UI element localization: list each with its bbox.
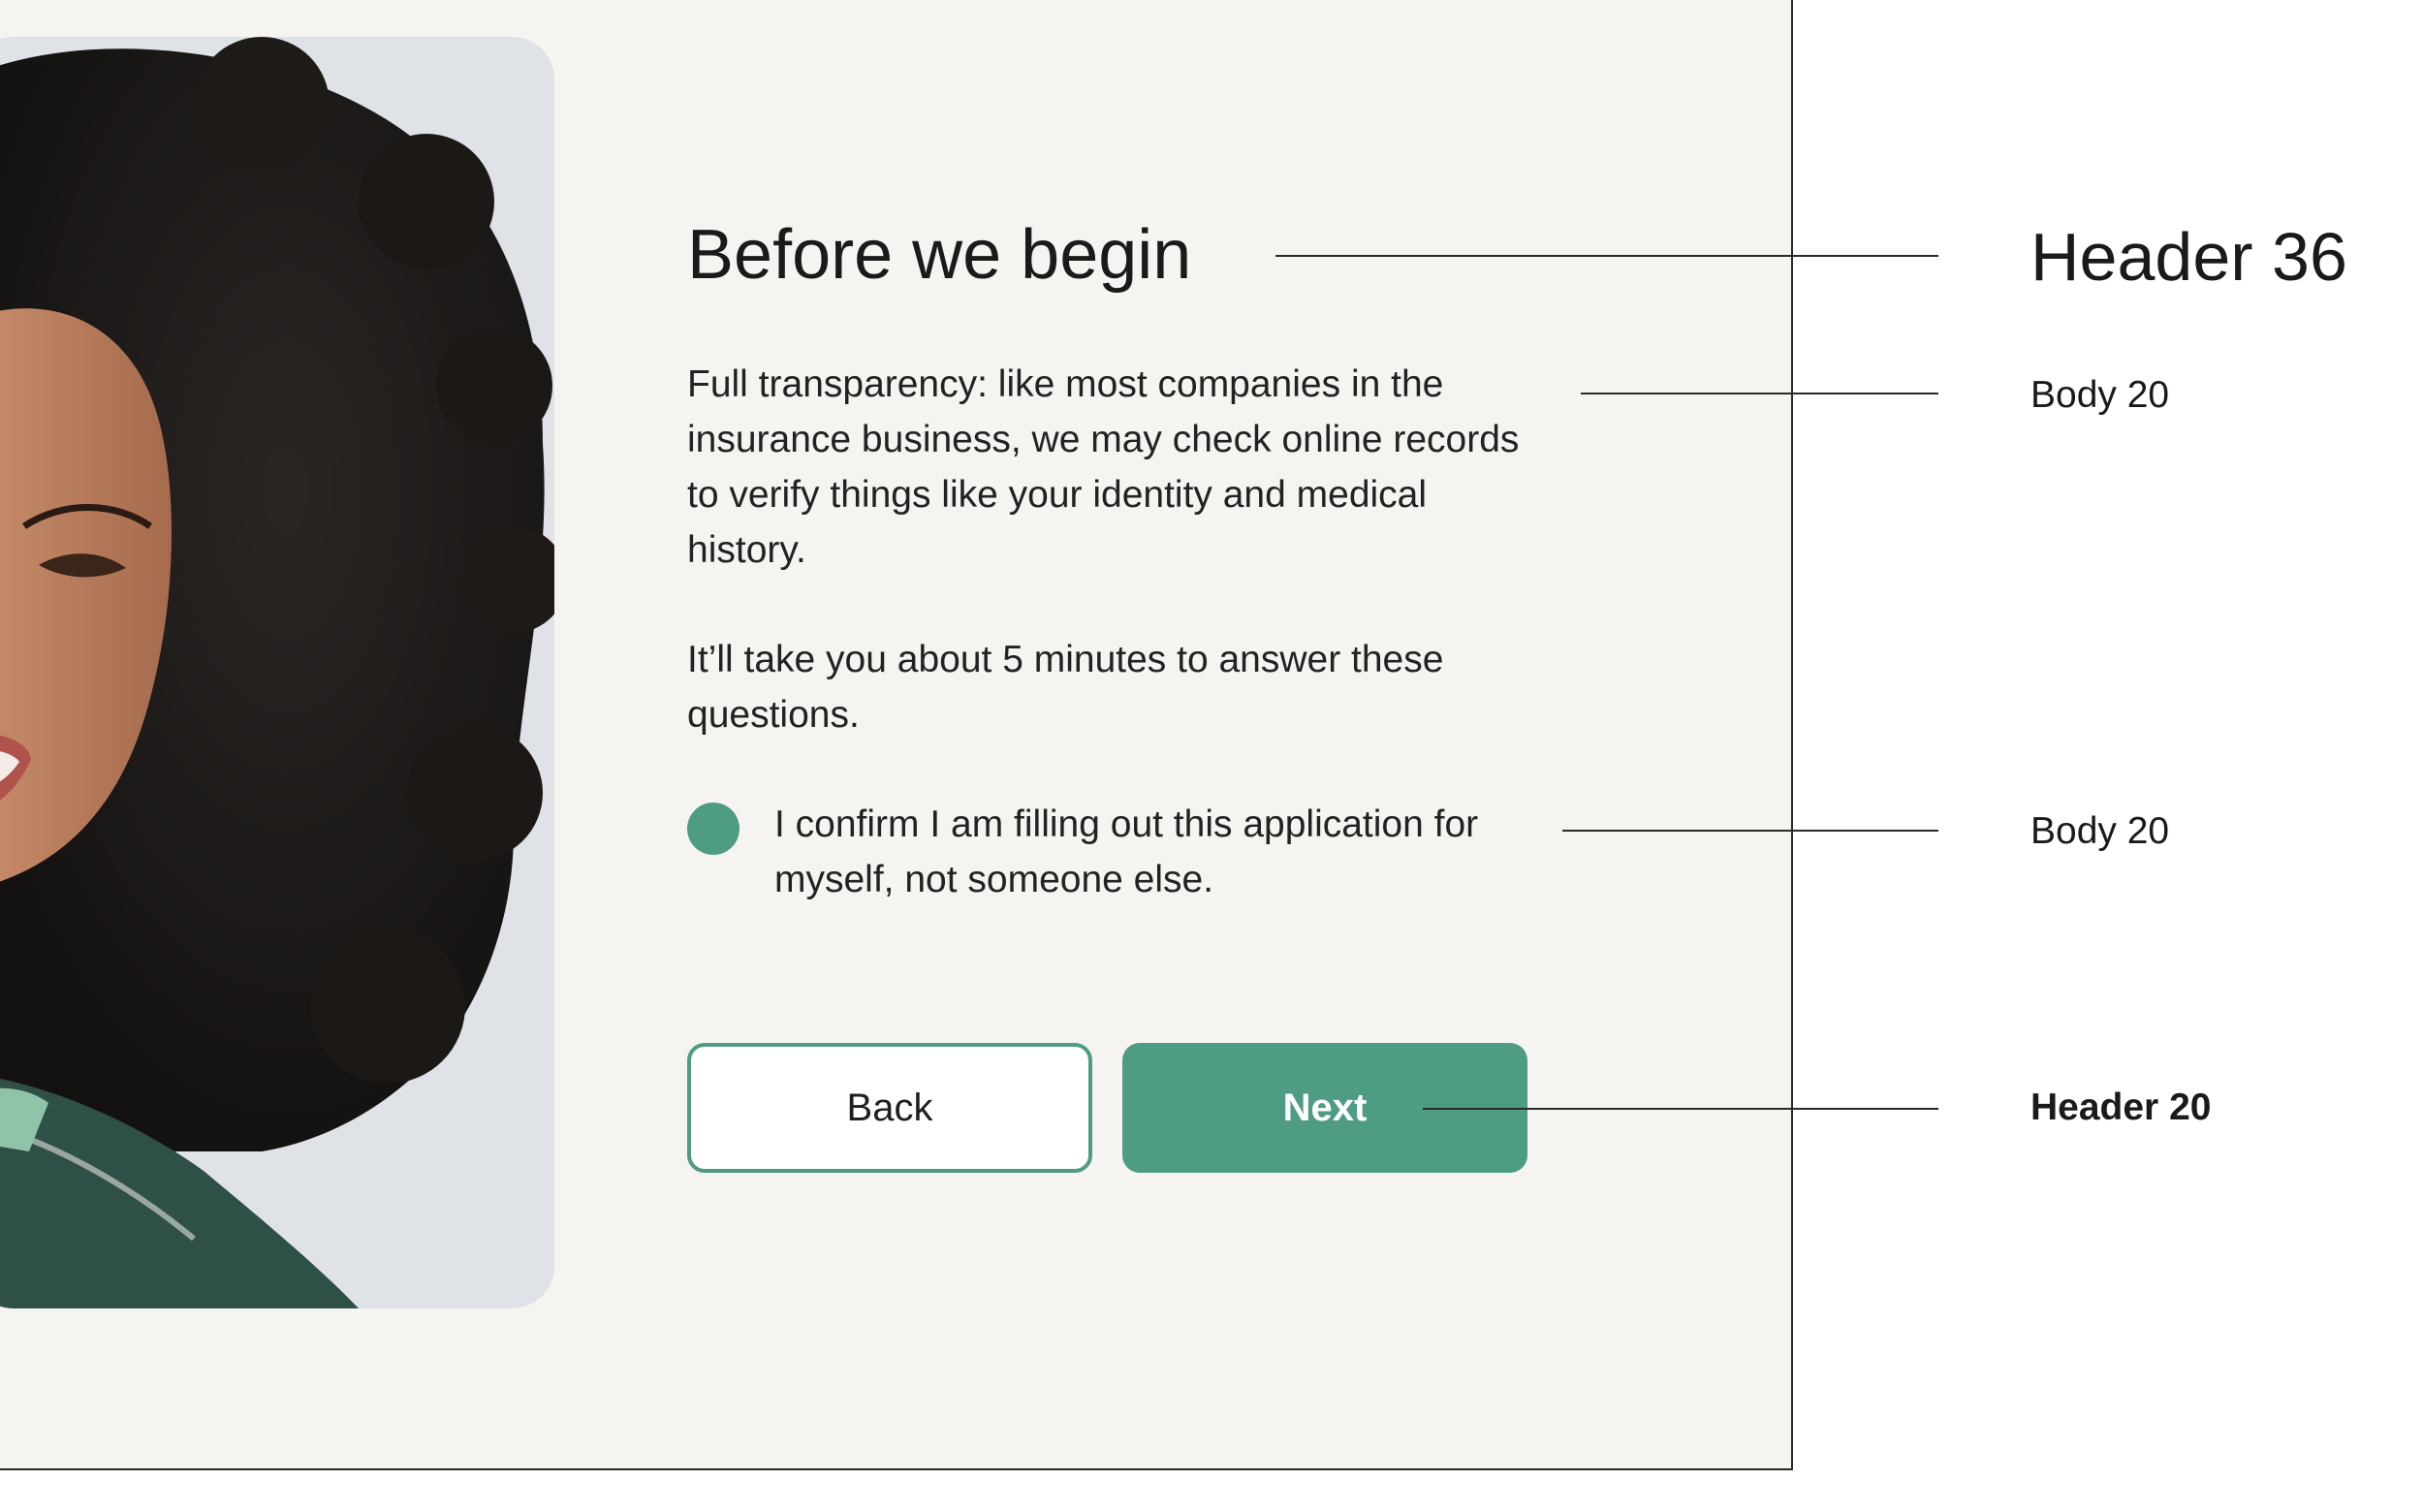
- title-leader-line: [1275, 255, 1938, 257]
- portrait-illustration: [0, 37, 554, 1308]
- title-style-annotation: Header 36: [2030, 219, 2347, 295]
- application-screen: Before we begin Full transparency: like …: [0, 0, 1793, 1470]
- button-leader-line: [1423, 1108, 1938, 1110]
- duration-paragraph: It’ll take you about 5 minutes to answer…: [687, 639, 1444, 736]
- confirm-radio[interactable]: [687, 803, 739, 855]
- confirm-option[interactable]: I confirm I am filling out this applicat…: [687, 797, 1540, 913]
- next-button-label: Next: [1282, 1086, 1368, 1129]
- body-leader-line: [1581, 393, 1938, 394]
- spec-canvas: Before we begin Full transparency: like …: [0, 0, 2423, 1512]
- portrait-photo: [0, 37, 554, 1308]
- page-title: Before we begin: [687, 216, 1192, 294]
- button-style-annotation: Header 20: [2030, 1087, 2212, 1128]
- confirm-label[interactable]: I confirm I am filling out this applicat…: [774, 797, 1540, 907]
- back-button[interactable]: Back: [687, 1043, 1092, 1173]
- back-button-label: Back: [846, 1086, 933, 1129]
- body-style-annotation: Body 20: [2030, 374, 2170, 416]
- confirm-leader-line: [1562, 830, 1938, 832]
- transparency-paragraph: Full transparency: like most companies i…: [687, 363, 1520, 571]
- confirm-style-annotation: Body 20: [2030, 810, 2170, 852]
